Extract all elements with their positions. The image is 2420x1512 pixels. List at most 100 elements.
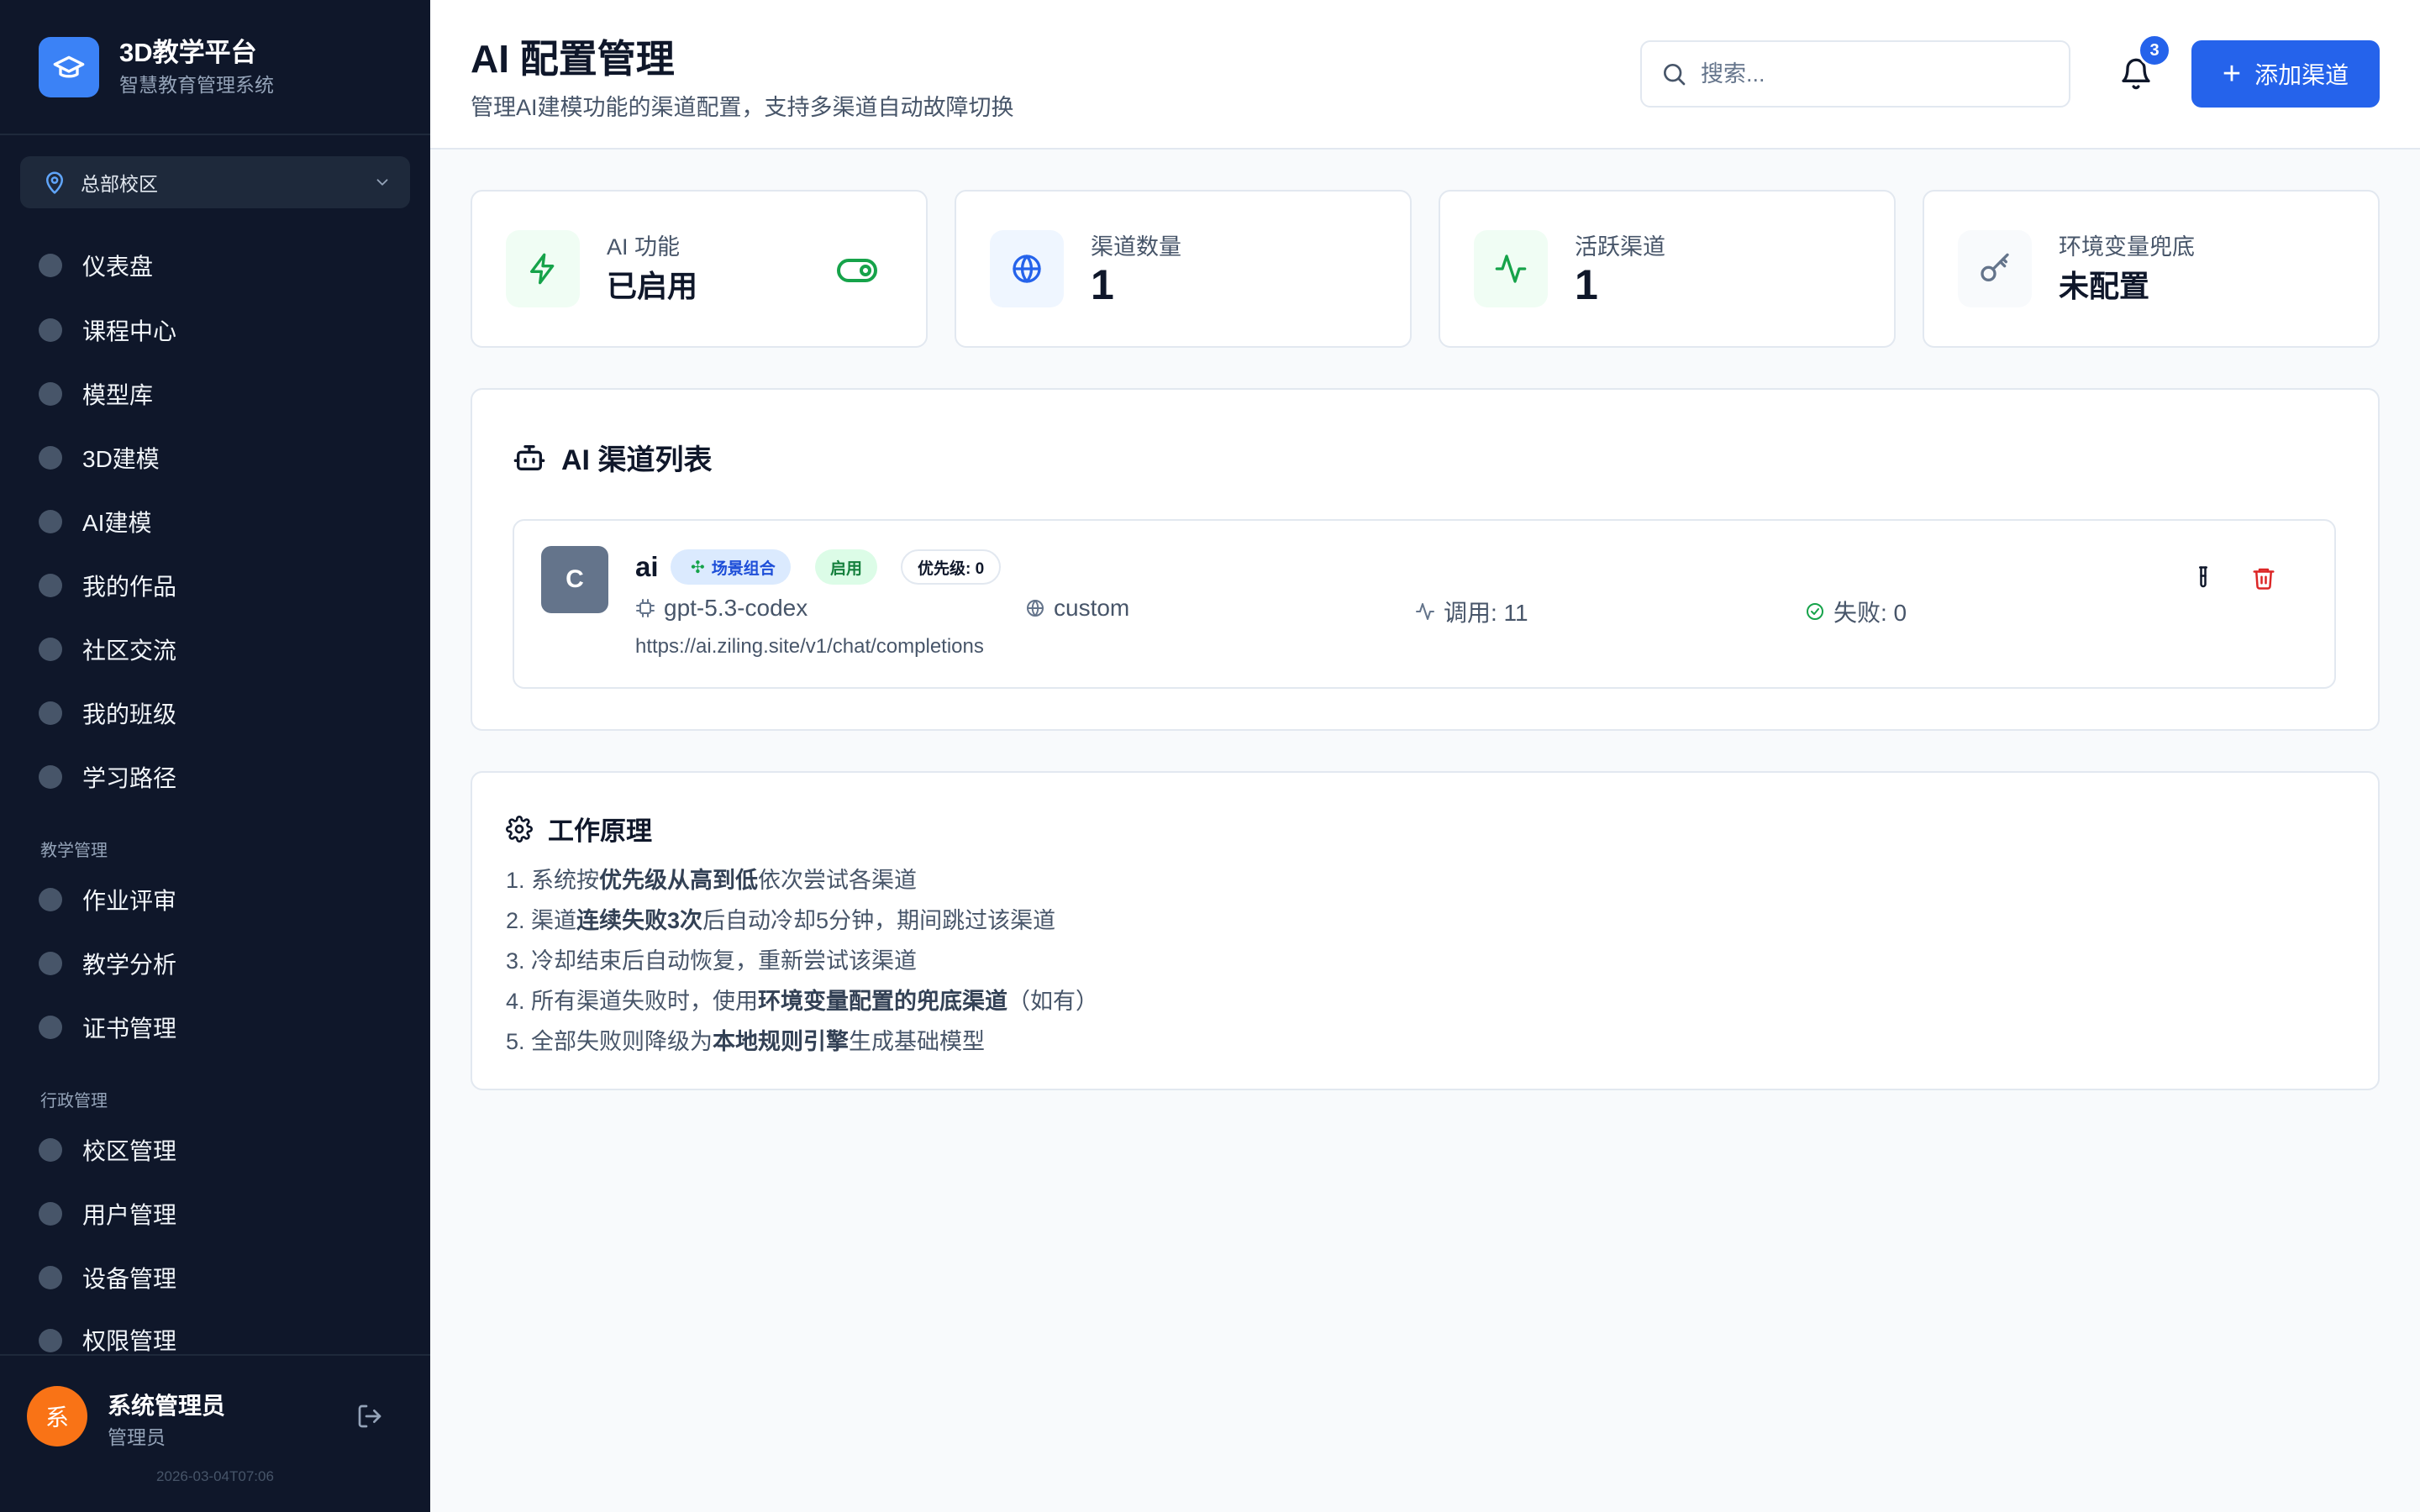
chevron-down-icon — [376, 179, 388, 186]
rule-text: 后自动冷却5分钟，期间跳过该渠道 — [702, 908, 1056, 933]
brand: 3D教学平台 智慧教育管理系统 — [0, 0, 430, 135]
nav-item-my-works[interactable]: 我的作品 — [0, 562, 430, 609]
nav-dot-icon — [39, 1202, 62, 1226]
nav-label: 证书管理 — [82, 1016, 177, 1042]
channel-calls-text: 调用: 11 — [1444, 600, 1528, 626]
channel-name: ai — [635, 551, 659, 582]
nav-label: 教学分析 — [82, 952, 177, 978]
add-channel-label: 添加渠道 — [2254, 62, 2349, 88]
puzzle-icon: ✣ — [691, 558, 705, 577]
stat-card-active-channels: 活跃渠道 1 — [1439, 190, 1896, 348]
channel-type: custom — [1025, 595, 1129, 622]
brand-title: 3D教学平台 — [119, 37, 257, 67]
nav-label: 学习路径 — [82, 765, 177, 791]
principle-rule: 5. 全部失败则降级为本地规则引擎生成基础模型 — [506, 1023, 985, 1056]
nav-dot-icon — [39, 701, 62, 725]
nav-dot-icon — [39, 446, 62, 470]
rule-emphasis: 环境变量配置的兜底渠道 — [758, 989, 1008, 1014]
ai-feature-toggle[interactable] — [837, 255, 877, 290]
nav-item-3d-modeling[interactable]: 3D建模 — [0, 434, 430, 481]
nav-label: AI建模 — [82, 510, 152, 536]
principle-panel: 工作原理 1. 系统按优先级从高到低依次尝试各渠道 2. 渠道连续失败3次后自动… — [471, 771, 2380, 1090]
nav-label: 我的作品 — [82, 574, 177, 600]
map-pin-icon — [46, 171, 63, 194]
channel-list-panel: AI 渠道列表 C ai ✣ 场景组合 启用 优先级: 0 gpt-5.3-co… — [471, 388, 2380, 731]
stat-card-env-fallback: 环境变量兜底 未配置 — [1923, 190, 2380, 348]
nav-dot-icon — [39, 638, 62, 661]
delete-channel-button[interactable] — [2245, 559, 2282, 596]
activity-icon — [1416, 603, 1434, 620]
scene-badge: ✣ 场景组合 — [671, 549, 791, 585]
nav-item-ai-modeling[interactable]: AI建模 — [0, 498, 430, 545]
nav-item-dashboard[interactable]: 仪表盘 — [0, 242, 430, 289]
nav-dot-icon — [39, 1138, 62, 1162]
rule-emphasis: 优先级从高到低 — [599, 868, 759, 893]
rule-text: 依次尝试各渠道 — [758, 868, 918, 893]
nav-item-homework-review[interactable]: 作业评审 — [0, 876, 430, 923]
page-subtitle: 管理AI建模功能的渠道配置，支持多渠道自动故障切换 — [471, 95, 1014, 120]
rule-text: 3. 冷却结束后自动恢复，重新尝试该渠道 — [506, 948, 918, 974]
nav-label: 仪表盘 — [82, 254, 154, 280]
nav-item-courses[interactable]: 课程中心 — [0, 307, 430, 354]
rule-text: 生成基础模型 — [849, 1029, 986, 1054]
user-role: 管理员 — [108, 1426, 166, 1448]
stat-label: AI 功能 — [607, 234, 681, 260]
nav-dot-icon — [39, 510, 62, 533]
nav-item-certificates[interactable]: 证书管理 — [0, 1004, 430, 1051]
user-name: 系统管理员 — [108, 1393, 226, 1419]
nav-dot-icon — [39, 382, 62, 406]
nav-dot-icon — [39, 1016, 62, 1039]
nav-label: 校区管理 — [82, 1138, 177, 1164]
search-input[interactable] — [1701, 60, 2050, 87]
panel-title-text: 工作原理 — [548, 816, 652, 846]
sidebar: 3D教学平台 智慧教育管理系统 总部校区 仪表盘 课程中心 模型库 3D建模 A… — [0, 0, 430, 1512]
rule-text: （如有） — [1007, 989, 1099, 1014]
page-title: AI 配置管理 — [471, 37, 675, 81]
page-header: AI 配置管理 管理AI建模功能的渠道配置，支持多渠道自动故障切换 3 + 添加… — [430, 0, 2420, 150]
nav-item-teaching-analytics[interactable]: 教学分析 — [0, 940, 430, 987]
channel-failures: 失败: 0 — [1805, 595, 1907, 628]
nav-dot-icon — [39, 1266, 62, 1289]
nav-dot-icon — [39, 952, 62, 975]
search-box[interactable] — [1640, 40, 2070, 108]
nav-item-device-management[interactable]: 设备管理 — [0, 1254, 430, 1301]
nav-item-campus-management[interactable]: 校区管理 — [0, 1126, 430, 1173]
globe-icon — [1027, 600, 1044, 617]
nav-item-community[interactable]: 社区交流 — [0, 626, 430, 673]
channel-model-text: gpt-5.3-codex — [664, 595, 808, 621]
panel-title: AI 渠道列表 — [513, 437, 712, 478]
campus-selector[interactable]: 总部校区 — [20, 156, 410, 208]
nav-item-my-class[interactable]: 我的班级 — [0, 690, 430, 737]
test-channel-button[interactable] — [2185, 559, 2222, 596]
nav-item-permissions[interactable]: 权限管理 — [0, 1318, 430, 1353]
logout-button[interactable] — [353, 1399, 387, 1433]
add-channel-button[interactable]: + 添加渠道 — [2191, 40, 2380, 108]
stat-label: 渠道数量 — [1091, 234, 1181, 260]
principle-rule: 3. 冷却结束后自动恢复，重新尝试该渠道 — [506, 942, 917, 975]
nav-item-model-library[interactable]: 模型库 — [0, 370, 430, 417]
graduation-cap-icon — [39, 36, 99, 97]
nav-dot-icon — [39, 1329, 62, 1352]
campus-label: 总部校区 — [81, 173, 158, 195]
stat-value: 已启用 — [607, 269, 698, 303]
activity-icon — [1474, 230, 1548, 307]
toggle-on-icon — [837, 259, 877, 282]
channel-failures-text: 失败: 0 — [1833, 600, 1907, 626]
app-root: 3D教学平台 智慧教育管理系统 总部校区 仪表盘 课程中心 模型库 3D建模 A… — [0, 0, 2420, 1512]
channel-model: gpt-5.3-codex — [635, 595, 808, 622]
channel-url: https://ai.ziling.site/v1/chat/completio… — [635, 635, 984, 658]
nav-item-learning-path[interactable]: 学习路径 — [0, 753, 430, 801]
brand-subtitle: 智慧教育管理系统 — [119, 73, 274, 96]
nav-dot-icon — [39, 318, 62, 342]
nav-dot-icon — [39, 254, 62, 277]
logout-icon — [358, 1404, 381, 1428]
avatar[interactable]: 系 — [27, 1386, 87, 1446]
nav-label: 权限管理 — [82, 1328, 177, 1354]
nav-section-teaching: 教学管理 — [40, 842, 108, 860]
nav-dot-icon — [39, 888, 62, 911]
nav-label: 课程中心 — [82, 318, 177, 344]
stat-value: 1 — [1091, 261, 1114, 308]
stat-label: 活跃渠道 — [1575, 234, 1665, 260]
rule-emphasis: 连续失败3次 — [576, 908, 703, 933]
nav-item-user-management[interactable]: 用户管理 — [0, 1190, 430, 1237]
